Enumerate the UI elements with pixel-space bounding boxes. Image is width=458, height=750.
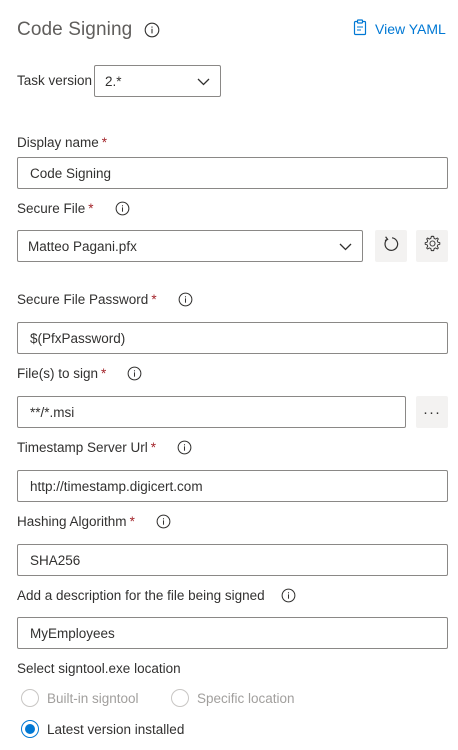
display-name-input[interactable]: Code Signing bbox=[17, 157, 448, 189]
info-icon[interactable] bbox=[144, 22, 160, 38]
secure-file-label-text: Secure File bbox=[17, 201, 86, 216]
required-marker: * bbox=[101, 135, 108, 150]
refresh-icon bbox=[382, 235, 400, 258]
timestamp-server-url-label: Timestamp Server Url * bbox=[17, 440, 192, 455]
hashing-algorithm-label: Hashing Algorithm * bbox=[17, 514, 171, 529]
display-name-label-text: Display name bbox=[17, 135, 99, 150]
display-name-label: Display name * bbox=[17, 135, 107, 150]
files-to-sign-input[interactable]: **/*.msi bbox=[17, 396, 406, 428]
secure-file-value: Matteo Pagani.pfx bbox=[28, 238, 137, 254]
description-input[interactable]: MyEmployees bbox=[17, 617, 448, 649]
info-icon[interactable] bbox=[115, 201, 130, 216]
radio-built-in-signtool[interactable]: Built-in signtool bbox=[21, 689, 139, 707]
info-icon[interactable] bbox=[127, 366, 142, 381]
secure-file-label: Secure File * bbox=[17, 201, 130, 216]
files-to-sign-label-text: File(s) to sign bbox=[17, 366, 99, 381]
info-icon[interactable] bbox=[178, 292, 193, 307]
required-marker: * bbox=[151, 292, 157, 307]
required-marker: * bbox=[129, 514, 135, 529]
gear-icon bbox=[424, 235, 441, 257]
info-icon[interactable] bbox=[156, 514, 171, 529]
radio-circle bbox=[171, 689, 189, 707]
signtool-location-label: Select signtool.exe location bbox=[17, 661, 181, 676]
required-marker: * bbox=[88, 201, 94, 216]
files-to-sign-label: File(s) to sign * bbox=[17, 366, 142, 381]
page-title: Code Signing bbox=[17, 19, 133, 40]
info-icon[interactable] bbox=[281, 588, 296, 603]
browse-button[interactable]: ··· bbox=[416, 396, 448, 428]
radio-latest-version-installed[interactable]: Latest version installed bbox=[21, 720, 184, 738]
timestamp-server-url-label-text: Timestamp Server Url bbox=[17, 440, 148, 455]
task-version-value: 2.* bbox=[105, 73, 122, 89]
radio-circle bbox=[21, 689, 39, 707]
description-label: Add a description for the file being sig… bbox=[17, 588, 296, 603]
refresh-button[interactable] bbox=[375, 230, 407, 262]
chevron-down-icon bbox=[197, 74, 210, 89]
radio-label: Specific location bbox=[197, 690, 295, 706]
clipboard-icon bbox=[352, 19, 368, 39]
secure-file-password-input[interactable]: $(PfxPassword) bbox=[17, 322, 448, 354]
secure-file-password-label-text: Secure File Password bbox=[17, 292, 149, 307]
view-yaml-label: View YAML bbox=[375, 21, 446, 37]
secure-file-select[interactable]: Matteo Pagani.pfx bbox=[17, 230, 363, 262]
radio-specific-location[interactable]: Specific location bbox=[171, 689, 295, 707]
radio-label: Built-in signtool bbox=[47, 690, 139, 706]
timestamp-server-url-input[interactable]: http://timestamp.digicert.com bbox=[17, 470, 448, 502]
secure-file-password-label: Secure File Password * bbox=[17, 292, 193, 307]
radio-circle bbox=[21, 720, 39, 738]
chevron-down-icon bbox=[339, 239, 352, 254]
view-yaml-link[interactable]: View YAML bbox=[352, 19, 446, 39]
manage-button[interactable] bbox=[416, 230, 448, 262]
task-title-row: Code Signing bbox=[17, 19, 160, 41]
required-marker: * bbox=[150, 440, 157, 455]
task-version-label: Task version bbox=[17, 73, 93, 88]
radio-label: Latest version installed bbox=[47, 721, 185, 737]
radio-selected-dot bbox=[25, 724, 35, 734]
task-version-select[interactable]: 2.* bbox=[94, 65, 221, 97]
info-icon[interactable] bbox=[177, 440, 192, 455]
description-label-text: Add a description for the file being sig… bbox=[17, 588, 265, 603]
hashing-algorithm-input[interactable]: SHA256 bbox=[17, 544, 448, 576]
required-marker: * bbox=[101, 366, 107, 381]
hashing-algorithm-label-text: Hashing Algorithm bbox=[17, 514, 127, 529]
